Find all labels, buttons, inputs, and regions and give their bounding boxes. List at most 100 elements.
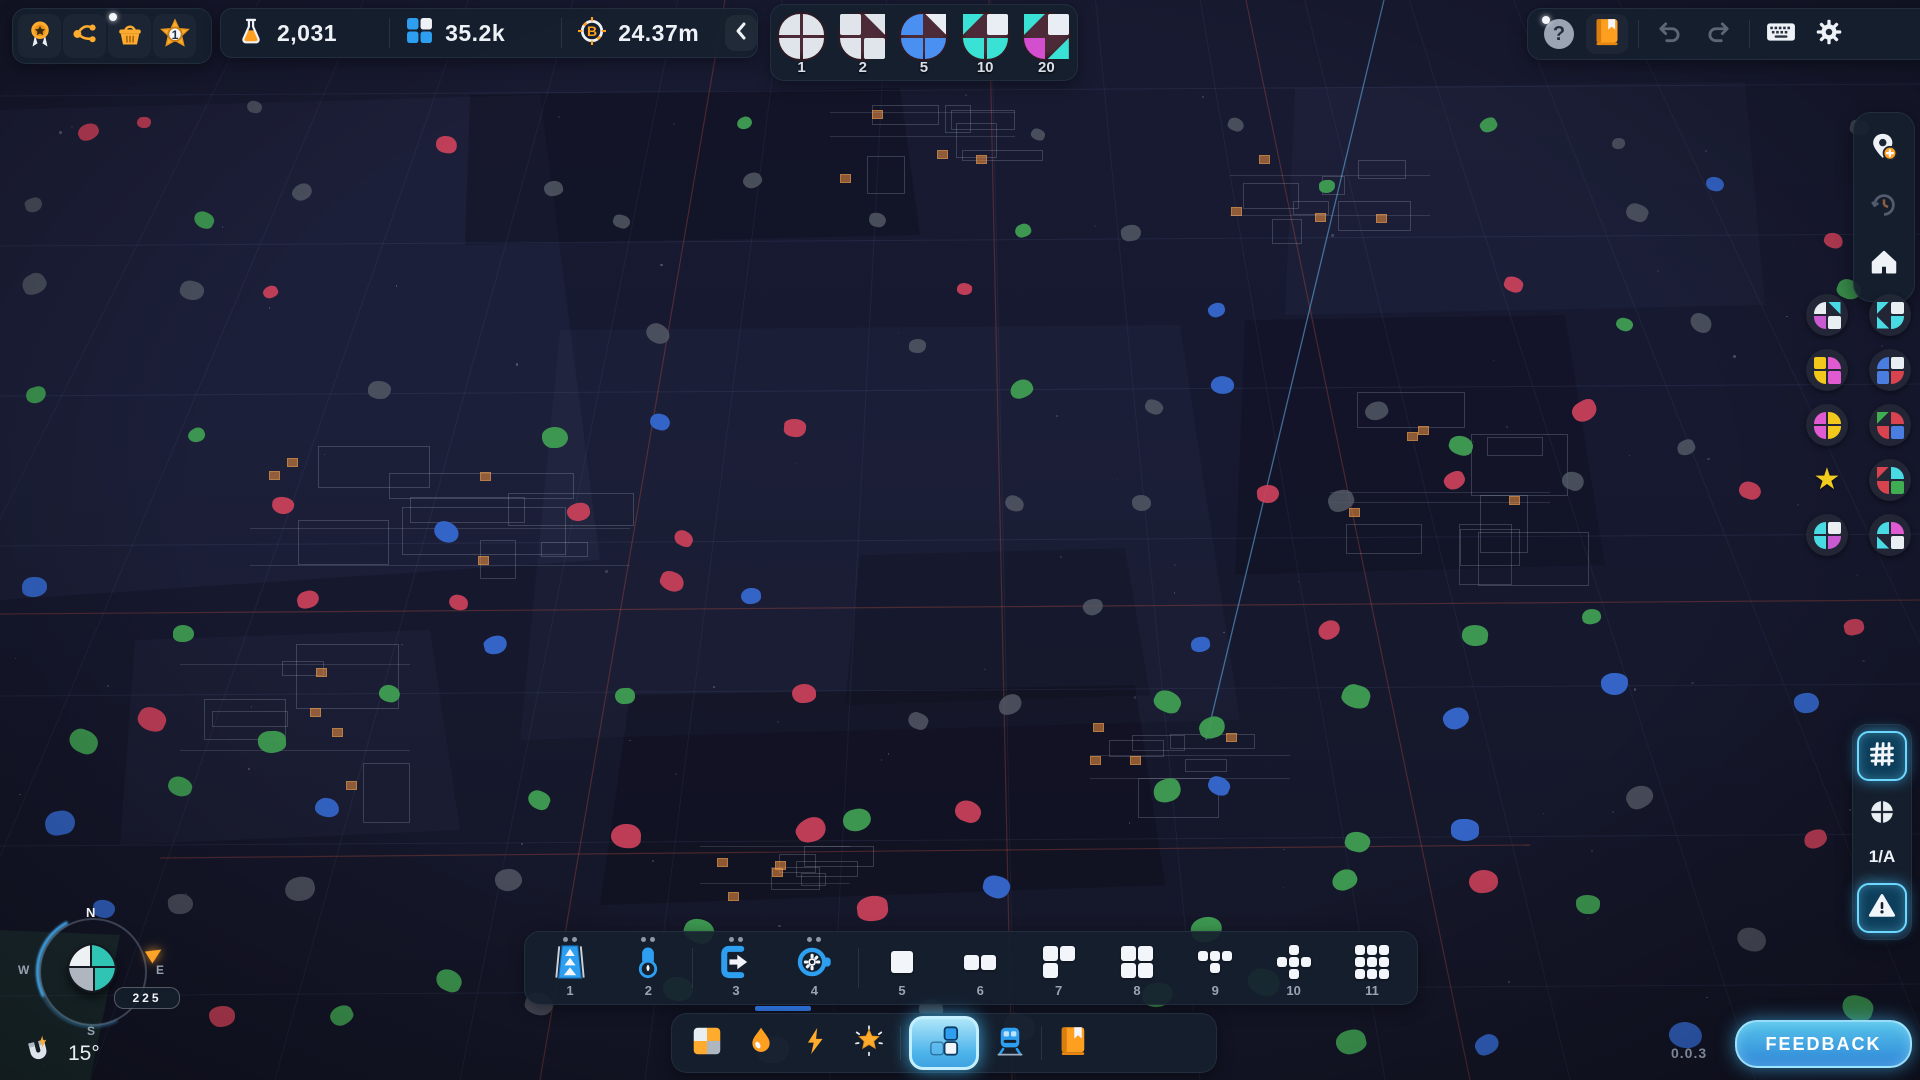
resource-node-gray[interactable]	[544, 180, 565, 198]
toolbar-item-platform-t[interactable]: 9	[1180, 935, 1250, 1001]
resource-node-red[interactable]	[1737, 478, 1763, 502]
resource-node-blue[interactable]	[1451, 819, 1479, 841]
resource-node-green[interactable]	[1576, 894, 1600, 914]
resource-node-green[interactable]	[1014, 221, 1034, 239]
settings-button[interactable]	[1808, 14, 1850, 54]
resource-node-red[interactable]	[657, 568, 687, 595]
resource-node-red[interactable]	[261, 284, 279, 301]
resource-node-blue[interactable]	[1793, 692, 1820, 714]
resource-node-red[interactable]	[792, 812, 830, 848]
category-fluids[interactable]	[738, 1020, 784, 1066]
resource-node-gray[interactable]	[368, 381, 391, 400]
resource-node-green[interactable]	[192, 208, 217, 231]
knowledge-button[interactable]	[1586, 14, 1628, 54]
resource-node-blue[interactable]	[482, 633, 508, 656]
resource-node-gray[interactable]	[1003, 493, 1026, 515]
operator-badge-3[interactable]	[1806, 349, 1848, 391]
resource-node-green[interactable]	[1343, 829, 1373, 855]
resource-node-green[interactable]	[1149, 774, 1184, 807]
resource-node-green[interactable]	[841, 806, 874, 835]
operator-badge-9[interactable]	[1806, 514, 1848, 556]
resource-node-red[interactable]	[671, 527, 695, 550]
resource-node-green[interactable]	[525, 788, 552, 813]
shape-overlay-toggle[interactable]	[1865, 797, 1899, 831]
world-map[interactable]	[0, 0, 1920, 1080]
resource-node-gray[interactable]	[289, 180, 315, 204]
resource-node-green[interactable]	[1151, 686, 1184, 717]
camera-tilt-indicator[interactable]: 15°	[26, 1037, 100, 1070]
resource-node-green[interactable]	[377, 683, 400, 703]
resource-node-green[interactable]	[1333, 1027, 1368, 1058]
toolbar-item-extractor[interactable]: 3	[701, 935, 771, 1001]
resource-node-blue[interactable]	[741, 587, 762, 604]
help-button[interactable]: ?	[1538, 14, 1580, 54]
resource-node-red[interactable]	[1441, 469, 1467, 493]
resource-node-gray[interactable]	[246, 99, 264, 115]
operator-badge-8[interactable]	[1869, 459, 1911, 501]
category-shapes[interactable]	[684, 1020, 730, 1066]
resource-node-green[interactable]	[1460, 623, 1488, 647]
resource-node-red[interactable]	[952, 797, 984, 826]
shop-button[interactable]	[108, 14, 151, 58]
resource-node-gray[interactable]	[1227, 115, 1246, 132]
resource-node-red[interactable]	[1802, 827, 1830, 852]
blueprints-resource[interactable]: 35.2k	[390, 9, 561, 57]
resource-node-blue[interactable]	[1190, 636, 1211, 654]
add-waypoint-button[interactable]	[1869, 132, 1899, 169]
resource-node-gray[interactable]	[643, 320, 673, 348]
resource-node-gray[interactable]	[1624, 201, 1650, 225]
category-guide[interactable]	[1050, 1020, 1096, 1066]
resource-node-gray[interactable]	[1560, 469, 1587, 493]
rank-button[interactable]: 1	[153, 14, 196, 58]
resource-node-gray[interactable]	[1362, 399, 1390, 424]
resource-node-green[interactable]	[1581, 607, 1603, 626]
resource-node-blue[interactable]	[981, 873, 1012, 900]
resource-node-blue[interactable]	[43, 808, 76, 837]
resource-node-blue[interactable]	[21, 576, 48, 598]
resource-node-blue[interactable]	[1705, 176, 1725, 193]
operator-badge-4[interactable]	[1869, 349, 1911, 391]
resource-node-red[interactable]	[1316, 617, 1344, 642]
collapse-resources-button[interactable]	[725, 15, 757, 51]
resource-node-blue[interactable]	[1472, 1031, 1503, 1060]
toolbar-item-platform-corner[interactable]: 7	[1024, 935, 1094, 1001]
resource-node-gray[interactable]	[1733, 923, 1769, 956]
toolbar-item-platform-3x3[interactable]: 11	[1337, 935, 1407, 1001]
resource-node-blue[interactable]	[1601, 673, 1629, 696]
alerts-button[interactable]	[1857, 883, 1907, 933]
shape-milestone-10[interactable]: 10	[957, 12, 1013, 76]
resource-node-blue[interactable]	[1207, 301, 1228, 319]
research-resource[interactable]: 2,031	[221, 9, 389, 57]
resource-node-green[interactable]	[614, 688, 635, 705]
milestones-button[interactable]	[63, 14, 106, 58]
resource-node-gray[interactable]	[1029, 127, 1046, 143]
resource-node-red[interactable]	[448, 594, 470, 613]
resource-node-green[interactable]	[542, 427, 568, 448]
resource-node-gray[interactable]	[1120, 223, 1142, 242]
resource-node-green[interactable]	[1008, 377, 1035, 401]
resource-node-gray[interactable]	[740, 170, 763, 191]
resource-node-gray[interactable]	[909, 339, 927, 354]
resource-node-red[interactable]	[76, 120, 101, 143]
resource-node-green[interactable]	[1478, 115, 1500, 135]
compass[interactable]: N W E S 225	[22, 903, 182, 1038]
resource-node-gray[interactable]	[1132, 495, 1152, 511]
grid-overlay-toggle[interactable]	[1857, 731, 1907, 781]
resource-node-gray[interactable]	[867, 211, 887, 229]
category-trains[interactable]	[987, 1020, 1033, 1066]
resource-node-green[interactable]	[186, 426, 207, 445]
resource-node-gray[interactable]	[178, 278, 206, 302]
resource-node-red[interactable]	[856, 894, 890, 923]
resource-node-blue[interactable]	[1440, 705, 1471, 732]
operator-badge-5[interactable]	[1806, 404, 1848, 446]
resource-node-gray[interactable]	[1611, 138, 1626, 150]
resource-node-green[interactable]	[1319, 179, 1336, 193]
resource-node-green[interactable]	[327, 1002, 356, 1028]
resource-node-gray[interactable]	[24, 196, 44, 214]
resource-node-red[interactable]	[1842, 618, 1865, 638]
resource-node-red[interactable]	[137, 117, 152, 129]
shape-milestone-20[interactable]: 20	[1018, 12, 1074, 76]
resource-node-red[interactable]	[135, 703, 170, 736]
resource-node-red[interactable]	[1256, 484, 1279, 503]
coins-resource[interactable]: B 24.37m	[562, 9, 723, 57]
